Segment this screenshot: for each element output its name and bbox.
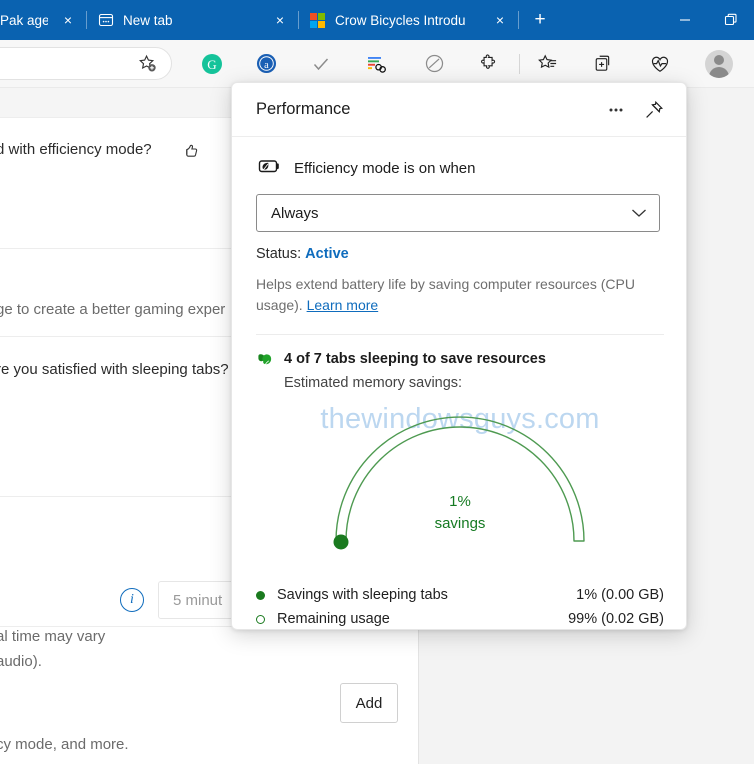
efficiency-mode-dropdown[interactable]: Always bbox=[256, 194, 660, 232]
info-icon[interactable]: i bbox=[120, 588, 144, 612]
microsoft-logo-icon bbox=[309, 12, 326, 29]
thumbs-up-icon[interactable] bbox=[180, 140, 202, 162]
tab-new-tab[interactable]: New tab × bbox=[87, 3, 298, 37]
grammarly-icon[interactable]: G bbox=[196, 48, 228, 80]
address-bar[interactable] bbox=[0, 47, 172, 80]
tab-title: Crow Bicycles Introdu bbox=[335, 12, 466, 28]
tab-close-button[interactable]: × bbox=[268, 8, 292, 32]
legend-marker-filled-icon bbox=[256, 590, 265, 600]
status-label: Status: bbox=[256, 246, 306, 262]
tab-strip: Pak agen × New tab × bbox=[0, 0, 754, 40]
tab-title: Pak agen bbox=[0, 12, 48, 28]
tab-divider bbox=[518, 11, 519, 29]
battery-leaf-icon bbox=[256, 157, 282, 180]
gauge-value: 1% bbox=[449, 493, 471, 510]
gauge-savings-marker bbox=[333, 534, 349, 550]
new-tab-button[interactable]: + bbox=[525, 5, 555, 35]
tab-close-button[interactable]: × bbox=[488, 8, 512, 32]
toolbar-divider bbox=[519, 53, 520, 74]
newtab-icon bbox=[97, 12, 114, 29]
gauge-center-text: 1% savings bbox=[256, 491, 664, 535]
legend-marker-hollow-icon bbox=[256, 614, 265, 624]
svg-text:a: a bbox=[264, 60, 269, 71]
chevron-down-icon bbox=[631, 205, 647, 222]
page-text-audio: audio). bbox=[0, 653, 42, 670]
minimize-button[interactable] bbox=[662, 0, 708, 40]
legend-row-remaining: Remaining usage 99% (0.02 GB) bbox=[256, 607, 664, 629]
learn-more-link[interactable]: Learn more bbox=[307, 297, 379, 313]
adblock-icon[interactable] bbox=[418, 48, 450, 80]
browser-toolbar: G a bbox=[0, 40, 754, 88]
performance-flyout: Performance Efficiency mode is on when A… bbox=[231, 82, 687, 630]
tab-crow-bicycles[interactable]: Crow Bicycles Introdu × bbox=[299, 3, 518, 37]
page-text-time-vary: al time may vary bbox=[0, 628, 106, 645]
legend-row-savings: Savings with sleeping tabs 1% (0.00 GB) bbox=[256, 583, 664, 607]
browser-essentials-heart-icon[interactable] bbox=[644, 48, 676, 80]
page-text-sleeping-question: re you satisfied with sleeping tabs? bbox=[0, 361, 229, 378]
amazon-assistant-icon[interactable]: a bbox=[250, 48, 282, 80]
flyout-body: Efficiency mode is on when Always Status… bbox=[232, 137, 686, 629]
add-button[interactable]: Add bbox=[340, 683, 398, 723]
flyout-title: Performance bbox=[256, 100, 351, 118]
page-text-gaming: ge to create a better gaming exper bbox=[0, 301, 226, 318]
svg-text:G: G bbox=[207, 57, 216, 72]
gauge-value-label: savings bbox=[434, 514, 486, 532]
status-row: Status: Active bbox=[256, 246, 662, 262]
efficiency-mode-label: Efficiency mode is on when bbox=[294, 160, 476, 177]
status-badge: Active bbox=[305, 246, 349, 262]
browser-window: Pak agen × New tab × bbox=[0, 0, 754, 764]
checkmark-icon[interactable] bbox=[305, 48, 337, 80]
page-text-efficiency-more: cy mode, and more. bbox=[0, 736, 129, 753]
gauge-legend: Savings with sleeping tabs 1% (0.00 GB) … bbox=[256, 583, 664, 629]
more-options-button[interactable] bbox=[600, 94, 632, 126]
favorites-list-icon[interactable] bbox=[531, 48, 563, 80]
tab-title: New tab bbox=[123, 12, 173, 28]
memory-savings-gauge: thewindowsguys.com 1% savings bbox=[256, 395, 664, 573]
google-translate-link-icon[interactable] bbox=[360, 48, 392, 80]
sleeping-tabs-row: 4 of 7 tabs sleeping to save resources E… bbox=[256, 351, 662, 391]
dropdown-value: Always bbox=[271, 204, 319, 222]
leaf-icon bbox=[256, 352, 274, 375]
estimated-savings-label: Estimated memory savings: bbox=[284, 375, 463, 391]
pin-icon[interactable] bbox=[638, 94, 670, 126]
section-divider bbox=[256, 334, 664, 335]
legend-label: Remaining usage bbox=[277, 611, 390, 627]
tab-close-button[interactable]: × bbox=[56, 8, 80, 32]
window-controls bbox=[662, 0, 754, 40]
legend-label: Savings with sleeping tabs bbox=[277, 587, 448, 603]
restore-button[interactable] bbox=[708, 0, 754, 40]
profile-avatar[interactable] bbox=[705, 49, 733, 78]
collections-add-icon[interactable] bbox=[587, 48, 619, 80]
efficiency-mode-row: Efficiency mode is on when bbox=[256, 157, 662, 180]
gauge-chart bbox=[333, 416, 585, 550]
tab-pak-agen[interactable]: Pak agen × bbox=[0, 3, 86, 37]
flyout-header: Performance bbox=[232, 83, 686, 137]
efficiency-description: Helps extend battery life by saving comp… bbox=[256, 274, 660, 316]
add-favorite-icon[interactable] bbox=[131, 48, 163, 80]
extensions-puzzle-icon[interactable] bbox=[473, 48, 505, 80]
sleeping-tabs-title: 4 of 7 tabs sleeping to save resources bbox=[284, 351, 546, 367]
legend-value: 99% (0.02 GB) bbox=[568, 611, 664, 627]
legend-value: 1% (0.00 GB) bbox=[576, 587, 664, 603]
page-text-efficiency-question: d with efficiency mode? bbox=[0, 141, 152, 158]
